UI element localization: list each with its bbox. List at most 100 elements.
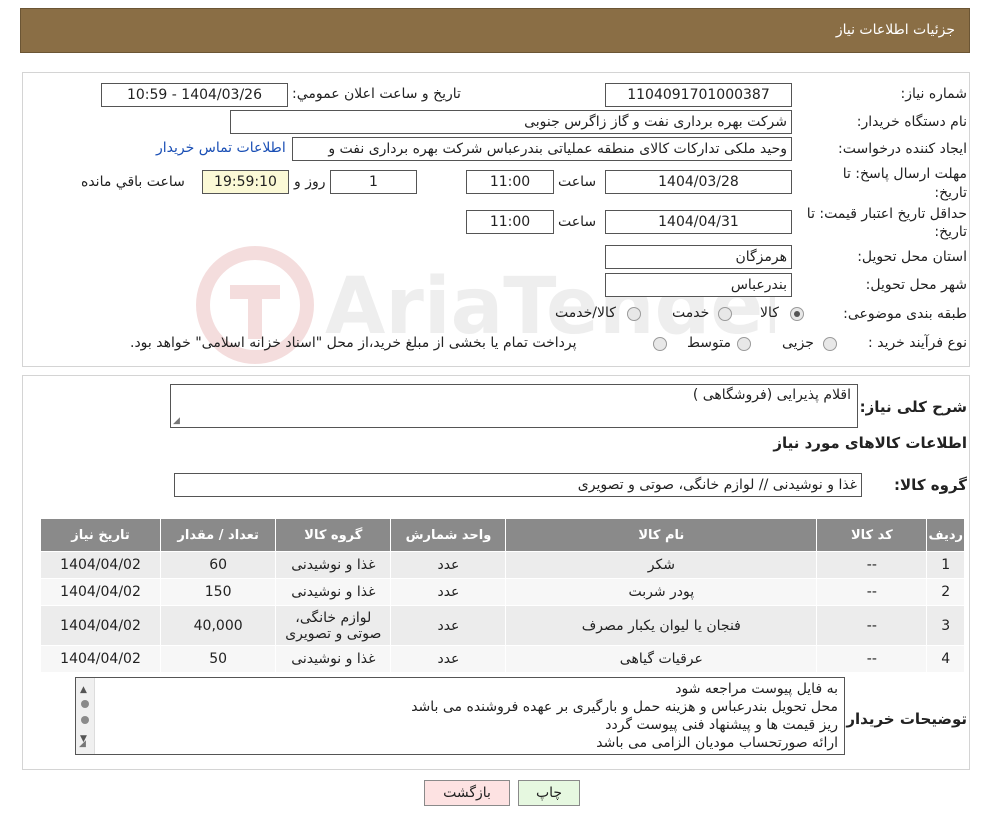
cell-group: لوازم خانگی، صوتی و تصویری [275,605,392,646]
category-radio-goods-service[interactable] [627,307,641,321]
category-option-goods: کالا [760,305,779,321]
price-valid-label-date: تاریخ: [934,224,967,240]
price-valid-label: حداقل تاریخ اعتبار قیمت: تا [806,206,967,222]
col-name: نام کالا [505,518,818,552]
cell-date: 1404/04/02 [39,645,162,673]
category-label: طبقه بندی موضوعی: [843,306,967,322]
cell-code: -- [816,551,928,579]
col-unit: واحد شمارش [390,518,507,552]
buyer-note-line: ریز قیمت ها و پیشنهاد فنی پیوست گردد [605,717,838,733]
resize-grip-icon[interactable]: ◢ [79,735,86,753]
cell-unit: عدد [390,551,507,579]
buyer-note-line: محل تحویل بندرعباس و هزینه حمل و بارگیری… [411,699,838,715]
goods-group-field: غذا و نوشیدنی // لوازم خانگی، صوتی و تصو… [174,473,862,497]
cell-unit: عدد [390,605,507,646]
goods-group-label: گروه کالا: [894,476,967,494]
days-label: روز و [294,174,326,190]
announce-label: تاريخ و ساعت اعلان عمومي: [292,86,461,102]
page-title: جزئیات اطلاعات نیاز [835,22,955,38]
cell-name: پودر شربت [505,578,818,606]
city-label: شهر محل تحویل: [865,277,967,293]
cell-group: غذا و نوشیدنی [275,645,392,673]
cell-row: 1 [926,551,965,579]
cell-date: 1404/04/02 [39,605,162,646]
creator-label: ایجاد کننده درخواست: [838,141,967,157]
need-number-field: 1104091701000387 [605,83,792,107]
table-row: 3 -- فنجان یا لیوان یکبار مصرف عدد لوازم… [39,605,965,646]
price-valid-date-field: 1404/04/31 [605,210,792,234]
cell-date: 1404/04/02 [39,551,162,579]
province-field: هرمزگان [605,245,792,269]
process-label: نوع فرآیند خرید : [868,335,967,351]
cell-row: 2 [926,578,965,606]
remaining-label: ساعت باقي مانده [81,174,185,190]
creator-field: وحید ملکی تدارکات کالای منطقه عملیاتی بن… [292,137,792,161]
category-radio-service[interactable] [718,307,732,321]
cell-code: -- [816,605,928,646]
buyer-note-line: به فایل پیوست مراجعه شود [675,681,838,697]
buyer-contact-link[interactable]: اطلاعات تماس خریدار [156,140,286,156]
cell-name: عرقیات گیاهی [505,645,818,673]
buyer-note-line: ارائه صورتحساب مودیان الزامی می باشد [596,735,838,751]
process-radio-minor[interactable] [823,337,837,351]
process-note: پرداخت تمام یا بخشی از مبلغ خرید،از محل … [130,335,577,351]
deadline-time-label: ساعت [558,174,597,190]
cell-quantity: 60 [160,551,277,579]
cell-name: فنجان یا لیوان یکبار مصرف [505,605,818,646]
process-radio-medium[interactable] [737,337,751,351]
resize-grip-icon[interactable]: ◢ [173,416,180,426]
cell-code: -- [816,578,928,606]
print-button[interactable]: چاپ [518,780,580,806]
cell-code: -- [816,645,928,673]
category-option-goods-service: کالا/خدمت [555,305,616,321]
process-option-medium: متوسط [687,335,731,351]
back-button[interactable]: بازگشت [424,780,510,806]
cell-unit: عدد [390,578,507,606]
remaining-time-field: 19:59:10 [202,170,289,194]
category-option-service: خدمت [672,305,710,321]
page-header: جزئیات اطلاعات نیاز [20,8,970,53]
col-row: ردیف [926,518,965,552]
cell-quantity: 150 [160,578,277,606]
col-code: کد کالا [816,518,928,552]
buyer-notes-textarea[interactable]: به فایل پیوست مراجعه شود محل تحویل بندرع… [75,677,845,755]
col-quantity: تعداد / مقدار [160,518,277,552]
description-label: شرح کلی نیاز: [859,398,967,416]
deadline-time-field: 11:00 [466,170,554,194]
treasury-payment-checkbox[interactable] [653,337,667,351]
category-radio-goods[interactable] [790,307,804,321]
buyer-org-label: نام دستگاه خریدار: [856,114,967,130]
table-row: 1 -- شکر عدد غذا و نوشیدنی 60 1404/04/02 [39,551,965,579]
table-header-row: ردیف کد کالا نام کالا واحد شمارش گروه کا… [39,518,965,552]
scroll-dot-icon [81,716,89,724]
price-valid-time-label: ساعت [558,214,597,230]
city-field: بندرعباس [605,273,792,297]
announce-datetime-field: 1404/03/26 - 10:59 [101,83,288,107]
need-number-label: شماره نیاز: [900,86,968,102]
days-field: 1 [330,170,417,194]
description-text: اقلام پذیرایی (فروشگاهی ) [692,387,851,403]
deadline-date-field: 1404/03/28 [605,170,792,194]
scroll-up-icon[interactable]: ▲ [80,681,87,699]
cell-unit: عدد [390,645,507,673]
cell-quantity: 50 [160,645,277,673]
buyer-notes-label: توضیحات خریدار: [840,710,967,728]
col-date: تاریخ نیاز [39,518,162,552]
process-option-minor: جزیی [782,335,814,351]
items-table: ردیف کد کالا نام کالا واحد شمارش گروه کا… [39,518,965,673]
province-label: استان محل تحویل: [857,249,967,265]
table-row: 2 -- پودر شربت عدد غذا و نوشیدنی 150 140… [39,578,965,606]
goods-info-title: اطلاعات کالاهای مورد نیاز [773,434,967,452]
description-textarea[interactable]: اقلام پذیرایی (فروشگاهی ) ◢ [170,384,858,428]
cell-date: 1404/04/02 [39,578,162,606]
scroll-dot-icon [81,700,89,708]
deadline-label-date: تاریخ: [934,185,967,201]
cell-group: غذا و نوشیدنی [275,578,392,606]
buyer-org-field: شرکت بهره برداری نفت و گاز زاگرس جنوبی [230,110,792,134]
cell-name: شکر [505,551,818,579]
cell-quantity: 40,000 [160,605,277,646]
cell-group: غذا و نوشیدنی [275,551,392,579]
deadline-label: مهلت ارسال پاسخ: تا [842,166,967,182]
price-valid-time-field: 11:00 [466,210,554,234]
cell-row: 4 [926,645,965,673]
